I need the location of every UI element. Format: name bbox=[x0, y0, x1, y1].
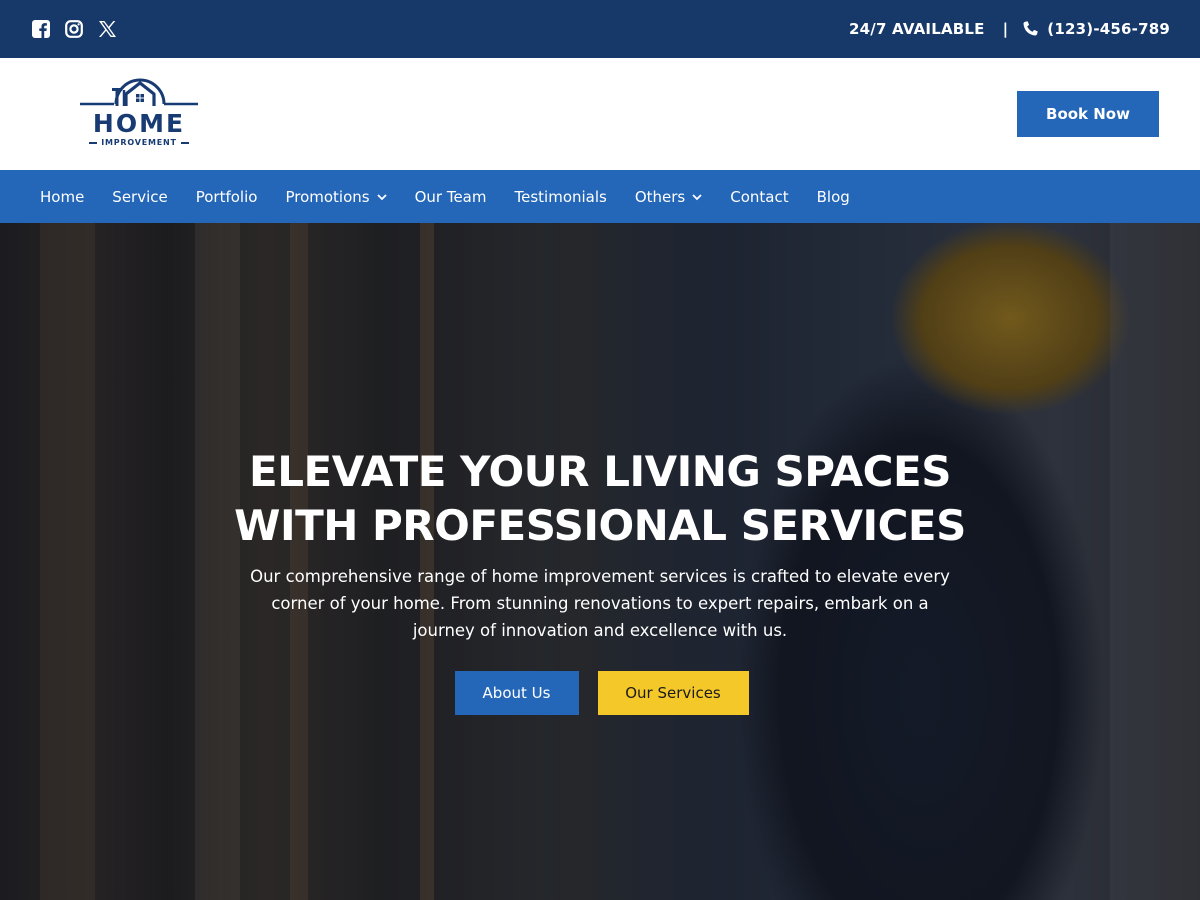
our-services-button[interactable]: Our Services bbox=[597, 671, 749, 715]
nav-item-contact[interactable]: Contact bbox=[716, 188, 802, 206]
chevron-down-icon bbox=[376, 192, 387, 202]
nav-item-label: Our Team bbox=[414, 187, 487, 206]
separator: | bbox=[1002, 20, 1009, 38]
nav-item-portfolio[interactable]: Portfolio bbox=[182, 188, 272, 206]
hero-buttons: About Us Our Services bbox=[0, 671, 1200, 715]
phone-icon bbox=[1022, 21, 1038, 37]
about-us-button[interactable]: About Us bbox=[454, 671, 579, 715]
x-icon[interactable] bbox=[97, 19, 117, 39]
logo-subtitle: IMPROVEMENT bbox=[78, 138, 200, 147]
nav-item-label: Portfolio bbox=[195, 187, 258, 206]
nav-item-others[interactable]: Others bbox=[621, 188, 716, 206]
availability-text: 24/7 AVAILABLE bbox=[849, 20, 985, 38]
site-header: HOME IMPROVEMENT Book Now bbox=[0, 58, 1200, 170]
nav-item-testimonials[interactable]: Testimonials bbox=[501, 188, 621, 206]
nav-item-label: Promotions bbox=[285, 187, 370, 206]
logo-subtitle-text: IMPROVEMENT bbox=[101, 138, 177, 147]
nav-item-label: Others bbox=[634, 187, 686, 206]
hero-section: ELEVATE YOUR LIVING SPACES WITH PROFESSI… bbox=[0, 223, 1200, 900]
book-now-button[interactable]: Book Now bbox=[1017, 91, 1159, 137]
chevron-down-icon bbox=[692, 192, 702, 202]
logo-title: HOME bbox=[92, 109, 186, 138]
nav-item-our-team[interactable]: Our Team bbox=[401, 188, 501, 206]
nav-item-label: Contact bbox=[730, 187, 789, 206]
top-bar: 24/7 AVAILABLE | (123)-456-789 bbox=[0, 0, 1200, 58]
hero-overlay bbox=[0, 223, 1200, 900]
nav-item-promotions[interactable]: Promotions bbox=[271, 188, 400, 206]
nav-item-label: Service bbox=[112, 187, 168, 206]
hero-title-line: ELEVATE YOUR LIVING SPACES bbox=[249, 447, 951, 496]
nav-item-blog[interactable]: Blog bbox=[803, 188, 864, 206]
hero-description: Our comprehensive range of home improvem… bbox=[250, 567, 950, 640]
site-logo[interactable]: HOME IMPROVEMENT bbox=[78, 72, 200, 152]
hero-title-line: WITH PROFESSIONAL SERVICES bbox=[234, 501, 966, 550]
nav-item-label: Testimonials bbox=[514, 187, 607, 206]
hero-title: ELEVATE YOUR LIVING SPACES WITH PROFESSI… bbox=[150, 445, 1050, 553]
house-logo-icon bbox=[80, 78, 198, 106]
facebook-icon[interactable] bbox=[31, 19, 51, 39]
main-nav: Home Service Portfolio Promotions Our Te… bbox=[0, 170, 1200, 223]
instagram-icon[interactable] bbox=[64, 19, 84, 39]
nav-item-label: Blog bbox=[816, 187, 850, 206]
nav-item-home[interactable]: Home bbox=[26, 188, 98, 206]
contact-info: 24/7 AVAILABLE | (123)-456-789 bbox=[849, 20, 1170, 38]
social-links bbox=[31, 19, 117, 39]
phone-number-link[interactable]: (123)-456-789 bbox=[1047, 20, 1170, 38]
nav-item-service[interactable]: Service bbox=[98, 188, 181, 206]
nav-item-label: Home bbox=[40, 187, 85, 206]
